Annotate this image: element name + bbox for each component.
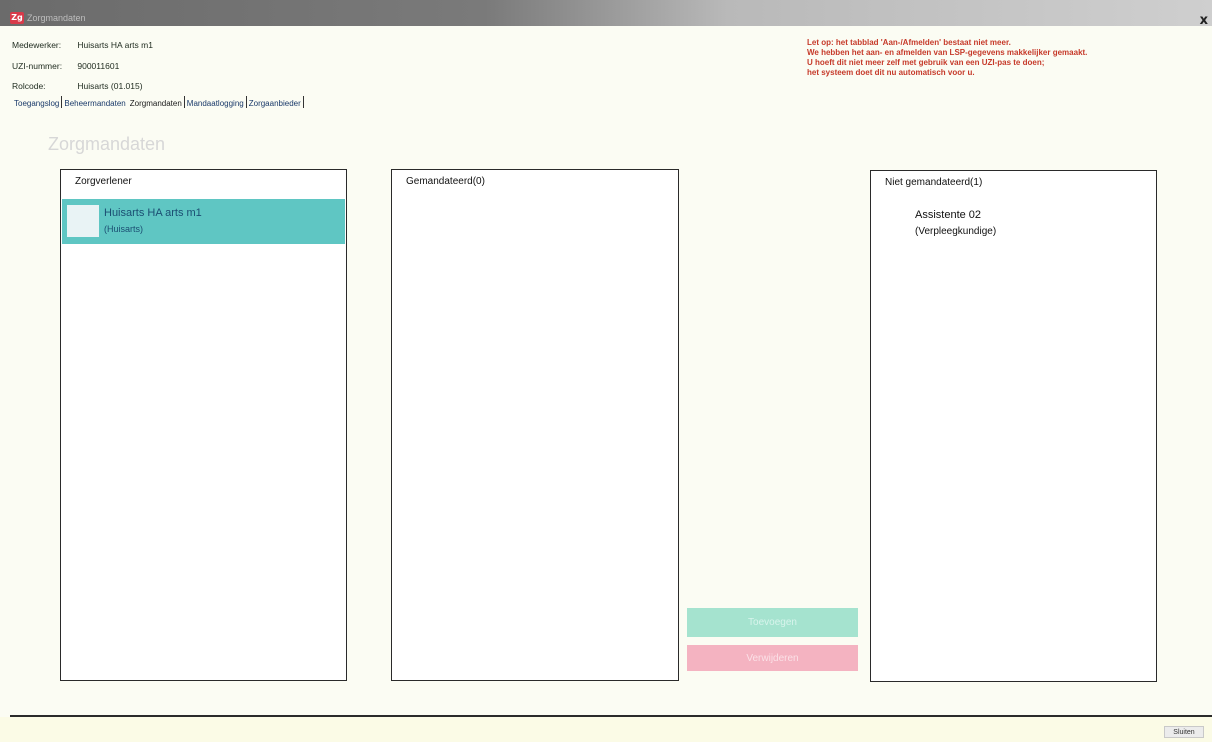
zorgverlener-role: (Huisarts) xyxy=(104,224,144,234)
notice-line: het systeem doet dit nu automatisch voor… xyxy=(807,68,975,77)
medewerker-value: Huisarts HA arts m1 xyxy=(77,40,153,50)
assistente-name: Assistente 02 xyxy=(915,209,982,221)
assistente-role: (Verpleegkundige) xyxy=(915,226,997,237)
tab-bar: Toegangslog Beheermandaten Zorgmandaten Man… xyxy=(12,96,304,112)
uzi-label: UZI-nummer: xyxy=(12,61,63,71)
notice-line: Let op: het tabblad 'Aan-/Afmelden' best… xyxy=(807,38,1011,47)
rolcode-value: Huisarts (01.015) xyxy=(77,81,143,91)
tab-toegangslog[interactable]: Toegangslog xyxy=(12,99,61,108)
rolcode-row: Rolcode: Huisarts (01.015) xyxy=(12,81,143,91)
uzi-row: UZI-nummer: 900011601 xyxy=(12,61,119,71)
app-logo-icon: Zg xyxy=(10,12,24,24)
tab-zorgaanbieder[interactable]: Zorgaanbieder xyxy=(247,99,303,108)
tab-mandaatlogging[interactable]: Mandaatlogging xyxy=(185,99,246,108)
rolcode-label: Rolcode: xyxy=(12,81,46,91)
footer-bar xyxy=(0,717,1212,742)
gemandateerd-panel: Gemandateerd(0) xyxy=(391,169,679,681)
window-title: Zorgmandaten xyxy=(27,13,86,23)
niet-gemandateerd-header: Niet gemandateerd(1) xyxy=(885,177,983,188)
add-mandate-button[interactable]: Toevoegen xyxy=(687,608,858,637)
zorgverlener-panel: Zorgverlener Huisarts HA arts m1 (Huisar… xyxy=(60,169,347,681)
zorgverlener-list-item[interactable]: Huisarts HA arts m1 (Huisarts) xyxy=(62,199,345,244)
zorgverlener-name: Huisarts HA arts m1 xyxy=(104,207,202,219)
tab-beheermandaten[interactable]: Beheermandaten xyxy=(62,99,127,108)
notice-line: We hebben het aan- en afmelden van LSP-g… xyxy=(807,48,1088,57)
title-bar: Zg Zorgmandaten x xyxy=(0,0,1212,28)
close-button[interactable]: Sluiten xyxy=(1164,726,1204,738)
tab-zorgmandaten[interactable]: Zorgmandaten xyxy=(128,99,184,108)
medewerker-label: Medewerker: xyxy=(12,40,62,50)
uzi-value: 900011601 xyxy=(77,61,120,71)
remove-mandate-button[interactable]: Verwijderen xyxy=(687,645,858,671)
notice-message: Let op: het tabblad 'Aan-/Afmelden' best… xyxy=(807,38,1212,78)
page-title: Zorgmandaten xyxy=(48,134,166,154)
tab-divider xyxy=(302,96,304,108)
notice-line: U hoeft dit niet meer zelf met gebruik v… xyxy=(807,58,1045,67)
user-info-header: Medewerker: Huisarts HA arts m1 UZI-numm… xyxy=(0,26,1212,118)
niet-gemandateerd-list-item[interactable]: Assistente 02 (Verpleegkundige) xyxy=(872,201,1155,246)
niet-gemandateerd-panel: Niet gemandateerd(1) Assistente 02 (Verp… xyxy=(870,170,1157,682)
zorgverlener-header: Zorgverlener xyxy=(75,176,132,187)
medewerker-row: Medewerker: Huisarts HA arts m1 xyxy=(12,40,153,50)
gemandateerd-header: Gemandateerd(0) xyxy=(406,176,485,187)
avatar xyxy=(67,205,99,237)
